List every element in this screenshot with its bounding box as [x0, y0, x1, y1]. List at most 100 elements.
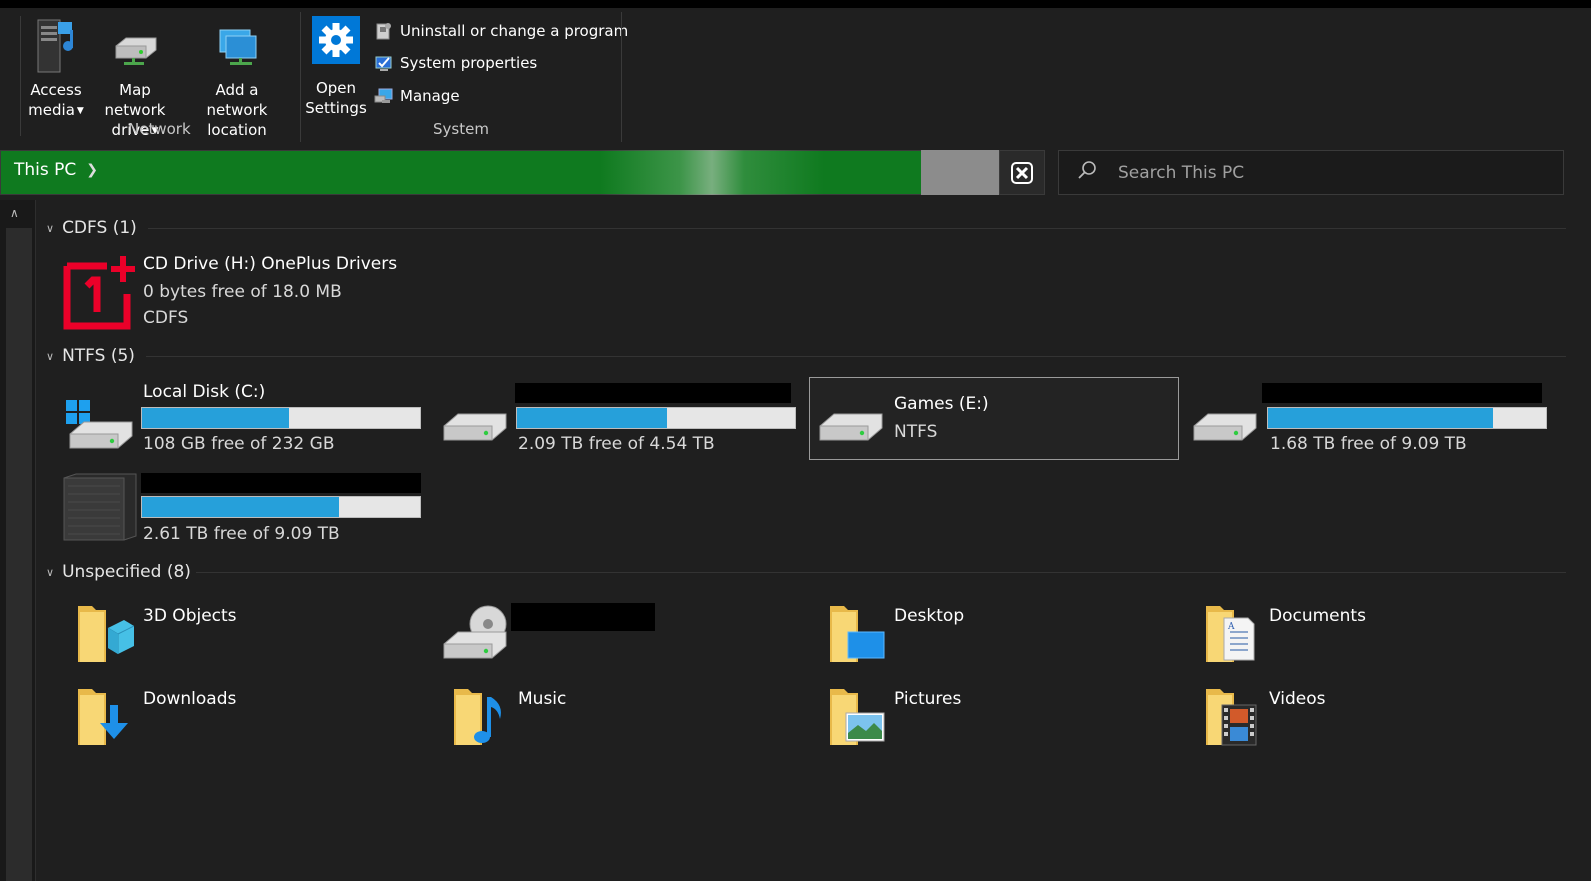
- drive-item-games-e[interactable]: Games (E:) NTFS: [809, 377, 1179, 460]
- folder-name: Downloads: [143, 689, 237, 709]
- redacted-drive-name: [511, 603, 655, 631]
- hard-drive-icon: [819, 413, 883, 441]
- open-settings-label-2: Settings: [305, 99, 367, 117]
- chevron-down-icon[interactable]: ∨: [46, 566, 54, 579]
- drive-name: Games (E:): [894, 394, 989, 414]
- map-network-drive-label-1: Map network: [104, 81, 166, 119]
- group-header-unspecified[interactable]: ∨ Unspecified (8): [46, 562, 191, 582]
- open-settings-button[interactable]: Open Settings: [304, 16, 368, 118]
- system-properties-label: System properties: [400, 54, 538, 72]
- drive-free-space: 108 GB free of 232 GB: [143, 434, 335, 454]
- settings-gear-icon: [312, 16, 360, 64]
- drive-usage-bar: [1267, 407, 1547, 429]
- dvd-drive-icon: [443, 605, 507, 659]
- folder-item[interactable]: Pictures: [822, 681, 1162, 751]
- scroll-up-icon[interactable]: ∧: [10, 206, 19, 220]
- hard-drive-icon: [443, 413, 507, 441]
- hard-drive-icon: [1193, 413, 1257, 441]
- folder-name: Pictures: [894, 689, 962, 709]
- breadcrumb: This PC ❯: [14, 160, 98, 180]
- address-bar-dropdown-area[interactable]: [921, 150, 999, 195]
- search-icon: [1078, 161, 1096, 179]
- oneplus-logo-icon: [63, 256, 135, 330]
- system-group-label: System: [433, 120, 489, 138]
- system-properties-icon: [375, 56, 392, 71]
- drive-free-space: 1.68 TB free of 9.09 TB: [1270, 434, 1467, 454]
- search-input[interactable]: [1116, 158, 1550, 188]
- ribbon-separator: [20, 16, 21, 136]
- folder-item[interactable]: Videos: [1198, 681, 1538, 751]
- clear-address-button[interactable]: [999, 150, 1045, 195]
- group-header-cdfs[interactable]: ∨ CDFS (1): [46, 218, 137, 238]
- folder-name: Desktop: [894, 606, 965, 626]
- folder-item[interactable]: Downloads: [70, 681, 410, 751]
- network-group-label: Network: [128, 120, 191, 138]
- ribbon: Access media ▼ Map network drive ▼ Add a n…: [0, 8, 1591, 146]
- drive-usage-bar: [516, 407, 796, 429]
- drive-item-2[interactable]: 2.09 TB free of 4.54 TB: [440, 380, 800, 460]
- cd-drive-free-space: 0 bytes free of 18.0 MB: [143, 282, 342, 302]
- close-icon: [1011, 161, 1033, 184]
- manage-button[interactable]: Manage: [374, 86, 460, 106]
- cd-drive-filesystem: CDFS: [143, 308, 189, 328]
- add-network-location-label-2: location: [207, 121, 267, 139]
- network-location-icon: [219, 29, 257, 65]
- chevron-right-icon[interactable]: ❯: [86, 162, 98, 178]
- drive-usage-fill: [1268, 408, 1494, 428]
- group-divider: [148, 228, 1566, 229]
- access-media-label-2: media: [28, 101, 75, 119]
- drive-item-5[interactable]: 2.61 TB free of 9.09 TB: [60, 470, 425, 550]
- drive-usage-bar: [141, 496, 421, 518]
- 3d-objects-folder-icon: [78, 606, 134, 662]
- folder-item[interactable]: Music: [446, 681, 786, 751]
- uninstall-icon: [376, 23, 391, 40]
- redacted-drive-name: [141, 473, 421, 493]
- external-drive-icon: [63, 473, 137, 541]
- access-media-button[interactable]: Access media ▼: [28, 16, 84, 121]
- folder-item[interactable]: Desktop: [822, 598, 1162, 668]
- cd-drive-name: CD Drive (H:) OnePlus Drivers: [143, 254, 398, 274]
- group-divider: [146, 356, 1566, 357]
- window-top-edge: [0, 0, 1591, 8]
- breadcrumb-this-pc[interactable]: This PC: [14, 160, 76, 180]
- group-title-ntfs: NTFS (5): [62, 346, 135, 366]
- drive-usage-fill: [142, 497, 340, 517]
- group-title-cdfs: CDFS (1): [62, 218, 137, 238]
- system-properties-button[interactable]: System properties: [374, 53, 537, 73]
- folder-item[interactable]: [440, 598, 780, 668]
- pictures-folder-icon: [830, 689, 885, 745]
- drive-usage-fill: [142, 408, 290, 428]
- network-drive-icon: [115, 37, 157, 65]
- add-network-location-label-1: Add a network: [206, 81, 268, 119]
- drive-name: Local Disk (C:): [143, 382, 266, 402]
- ribbon-separator: [300, 12, 301, 142]
- redacted-drive-name: [1262, 383, 1542, 403]
- drive-usage-fill: [517, 408, 668, 428]
- folder-item[interactable]: A Documents: [1198, 598, 1538, 668]
- group-header-ntfs[interactable]: ∨ NTFS (5): [46, 346, 135, 366]
- videos-folder-icon: [1206, 689, 1257, 746]
- media-server-icon: [37, 19, 73, 73]
- group-title-unspecified: Unspecified (8): [62, 562, 191, 582]
- folder-item[interactable]: 3D Objects: [70, 598, 410, 668]
- manage-computer-icon: [374, 88, 393, 103]
- redacted-drive-name: [515, 383, 791, 403]
- chevron-down-icon[interactable]: ∨: [46, 350, 54, 363]
- ribbon-separator: [621, 12, 622, 142]
- drive-item-4[interactable]: 1.68 TB free of 9.09 TB: [1192, 380, 1552, 460]
- cd-drive-item[interactable]: CD Drive (H:) OnePlus Drivers 0 bytes fr…: [60, 252, 397, 332]
- chevron-down-icon[interactable]: ∨: [46, 222, 54, 235]
- drive-item-c[interactable]: Local Disk (C:) 108 GB free of 232 GB: [60, 380, 425, 460]
- svg-text:A: A: [1227, 622, 1235, 632]
- drive-free-space: 2.61 TB free of 9.09 TB: [143, 524, 340, 544]
- downloads-folder-icon: [78, 689, 128, 745]
- uninstall-program-button[interactable]: Uninstall or change a program: [374, 21, 628, 41]
- drive-filesystem: NTFS: [894, 422, 938, 442]
- navigation-scrollbar[interactable]: [6, 228, 32, 881]
- folder-name: Videos: [1269, 689, 1326, 709]
- group-divider: [196, 572, 1566, 573]
- documents-folder-icon: A: [1206, 606, 1255, 662]
- add-network-location-button[interactable]: Add a network location: [184, 16, 290, 140]
- desktop-folder-icon: [830, 606, 885, 662]
- windows-drive-icon: [66, 400, 133, 449]
